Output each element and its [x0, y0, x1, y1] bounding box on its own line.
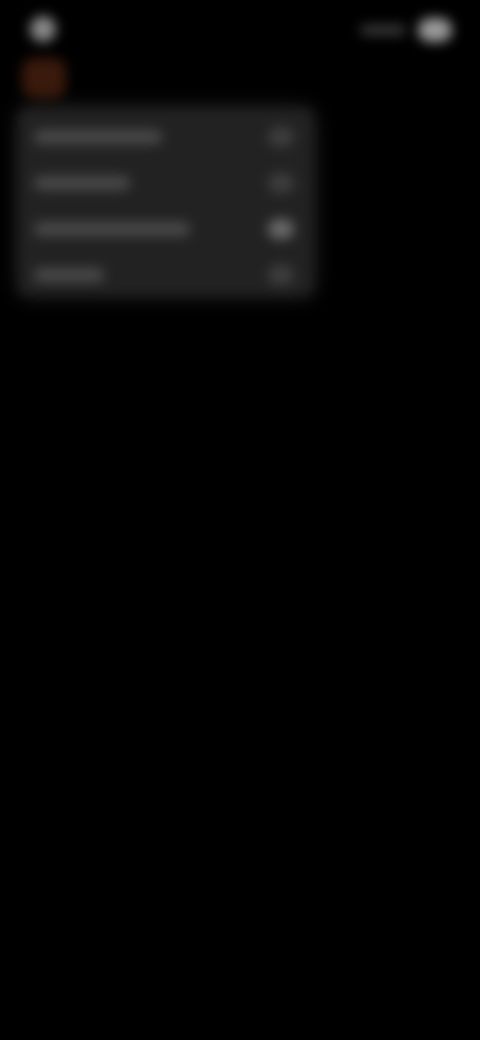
menu-item-label [34, 222, 190, 236]
badge-icon [268, 173, 294, 193]
signal-icon [360, 25, 406, 35]
badge-icon [268, 219, 294, 239]
menu-item-label [34, 176, 130, 190]
app-logo-icon[interactable] [22, 58, 66, 98]
menu-item-label [34, 130, 162, 144]
status-bar [0, 0, 480, 60]
badge-icon [268, 127, 294, 147]
blurred-screen [0, 0, 480, 1040]
menu-item-2[interactable] [18, 160, 314, 206]
time-icon [30, 16, 56, 42]
status-left [30, 16, 66, 42]
status-right [360, 18, 452, 42]
badge-icon [268, 265, 294, 285]
menu-item-1[interactable] [18, 114, 314, 160]
menu-item-3[interactable] [18, 206, 314, 252]
menu-item-4[interactable] [18, 252, 314, 298]
battery-icon [418, 18, 452, 42]
popup-menu [18, 108, 314, 296]
menu-item-label [34, 268, 104, 282]
